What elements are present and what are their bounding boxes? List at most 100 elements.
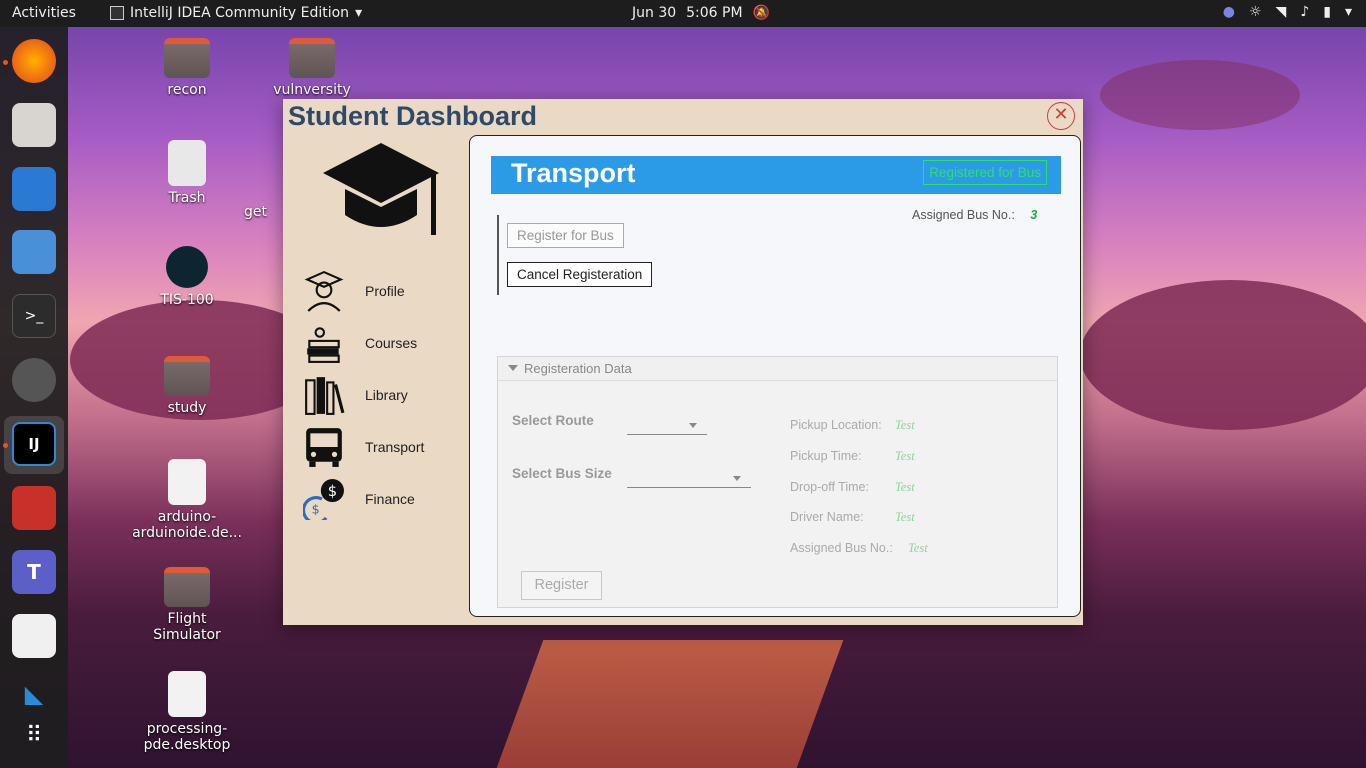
teams-icon[interactable]: T	[12, 550, 56, 594]
divider	[497, 215, 499, 295]
close-icon[interactable]: ✕	[1047, 102, 1075, 130]
section-title: Registeration Data	[524, 361, 632, 376]
assigned-bus-label: Assigned Bus No.:	[912, 208, 1015, 222]
student-dashboard-window: Student Dashboard ✕ Profile Courses Libr…	[283, 99, 1083, 625]
show-apps-icon[interactable]: ⠿	[12, 713, 56, 757]
terminal-icon[interactable]: >_	[12, 294, 56, 338]
system-tray[interactable]: ● ☼ ◥ ♪ ▮ ▾	[1223, 4, 1352, 20]
software-icon[interactable]	[12, 230, 56, 274]
registration-data-header[interactable]: Registeration Data	[498, 357, 1057, 381]
running-indicator	[3, 443, 8, 448]
intellij-icon[interactable]: IJ	[12, 422, 56, 466]
bus-size-select[interactable]	[627, 470, 751, 488]
assigned-bus-readout: Assigned Bus No.: 3	[912, 208, 1037, 222]
remote-desktop-icon[interactable]	[12, 486, 56, 530]
status-badge: Registered for Bus	[923, 160, 1047, 185]
date-text: Jun 30	[632, 5, 677, 21]
clock[interactable]: Jun 30 5:06 PM 🔕	[632, 5, 770, 21]
desktop-icon-label: Flight Simulator	[153, 611, 221, 643]
pickup-location-value: Test	[895, 418, 915, 432]
assigned-bus-info-value: Test	[908, 541, 928, 555]
svg-text:$: $	[328, 483, 337, 500]
volume-icon: ♪	[1300, 4, 1310, 20]
time-text: 5:06 PM	[686, 5, 743, 21]
desktop-icon-label: recon	[167, 82, 207, 98]
window-title: Student Dashboard	[288, 101, 538, 131]
desktop-icon-processing[interactable]: processing-pde.desktop	[132, 671, 242, 753]
desktop-icon-vulnversity[interactable]: vulnversity	[257, 38, 367, 98]
intellij-icon	[110, 6, 124, 20]
caret-down-icon	[733, 476, 741, 481]
document-viewer-icon[interactable]	[12, 614, 56, 658]
pickup-location-label: Pickup Location:	[790, 418, 882, 432]
sidebar-item-label: Transport	[365, 439, 425, 455]
register-for-bus-button[interactable]: Register for Bus	[507, 223, 624, 248]
caret-down-icon	[689, 423, 697, 428]
desktop-icon-label: processing-pde.desktop	[143, 721, 231, 753]
tis100-icon	[166, 246, 208, 288]
app-menu[interactable]: IntelliJ IDEA Community Edition ▾	[110, 5, 362, 21]
writer-icon[interactable]	[12, 167, 56, 211]
sidebar-item-profile[interactable]: Profile	[303, 268, 473, 314]
activities-button[interactable]: Activities	[12, 5, 76, 21]
files-icon[interactable]	[12, 103, 56, 147]
background-cloud	[1100, 60, 1300, 130]
sidebar-item-finance[interactable]: $ $ Finance	[303, 476, 473, 522]
desktop-icon-label: get	[244, 204, 267, 220]
dropoff-time-value: Test	[895, 480, 915, 494]
gear-file-icon	[168, 459, 206, 505]
sidebar-item-library[interactable]: Library	[303, 372, 473, 418]
sidebar-item-label: Profile	[365, 283, 405, 299]
desktop-icon-study[interactable]: study	[132, 356, 242, 416]
svg-text:$: $	[312, 502, 320, 517]
books-stack-icon	[307, 327, 340, 363]
firefox-icon[interactable]	[12, 39, 56, 83]
graduation-cap-icon	[323, 143, 439, 235]
trash-icon	[168, 140, 206, 186]
folder-icon	[164, 356, 210, 396]
route-select[interactable]	[627, 417, 707, 435]
app-name: IntelliJ IDEA Community Edition	[130, 5, 350, 21]
folder-icon	[164, 567, 210, 607]
register-button[interactable]: Register	[521, 571, 602, 600]
desktop-icon-recon[interactable]: recon	[132, 38, 242, 98]
running-indicator	[3, 60, 8, 65]
chevron-down-icon: ▾	[1344, 4, 1352, 20]
brightness-icon: ☼	[1248, 4, 1262, 20]
page-title: Transport	[511, 158, 636, 188]
desktop-icon-label: study	[167, 400, 207, 416]
bus-icon	[306, 428, 342, 467]
background-cloud	[1080, 280, 1366, 430]
select-route-label: Select Route	[512, 413, 594, 428]
transport-panel: Transport Registered for Bus Assigned Bu…	[469, 135, 1081, 617]
pickup-time-label: Pickup Time:	[790, 449, 862, 463]
desktop-icon-label: TIS-100	[160, 292, 214, 308]
sidebar-item-transport[interactable]: Transport	[303, 424, 473, 470]
home-folder-icon	[164, 38, 210, 78]
chevron-down-icon: ▾	[355, 5, 363, 21]
sidebar-item-courses[interactable]: Courses	[303, 320, 473, 366]
triangle-down-icon	[508, 365, 518, 371]
desktop-icon-arduino[interactable]: arduino-arduinoide.de...	[132, 459, 242, 541]
desktop-icon-label: arduino-arduinoide.de...	[132, 509, 242, 541]
desktop-icon-tis100[interactable]: TIS-100	[132, 246, 242, 308]
battery-icon: ▮	[1323, 4, 1331, 20]
dropoff-time-label: Drop-off Time:	[790, 480, 869, 494]
desktop-icon-label: Trash	[168, 190, 206, 206]
cancel-registration-button[interactable]: Cancel Registeration	[507, 262, 653, 287]
teams-tray-icon[interactable]: ●	[1223, 4, 1235, 20]
desktop-icon-trash[interactable]: Trash	[132, 140, 242, 206]
desktop-icon-flight-simulator[interactable]: Flight Simulator	[132, 567, 242, 643]
bookshelf-icon	[305, 377, 345, 415]
wifi-icon: ◥	[1275, 4, 1287, 20]
desktop-icon-label: vulnversity	[273, 82, 351, 98]
student-icon	[304, 270, 344, 312]
gear-file-icon	[168, 671, 206, 717]
desktop-icon-get[interactable]: get	[244, 204, 284, 220]
settings-icon[interactable]	[12, 358, 56, 402]
select-bus-size-label: Select Bus Size	[512, 466, 612, 481]
sidebar-item-label: Finance	[365, 491, 415, 507]
sidebar-item-label: Library	[365, 387, 408, 403]
vscode-icon[interactable]: ◣	[12, 672, 56, 716]
finance-icon: $ $	[303, 479, 344, 520]
